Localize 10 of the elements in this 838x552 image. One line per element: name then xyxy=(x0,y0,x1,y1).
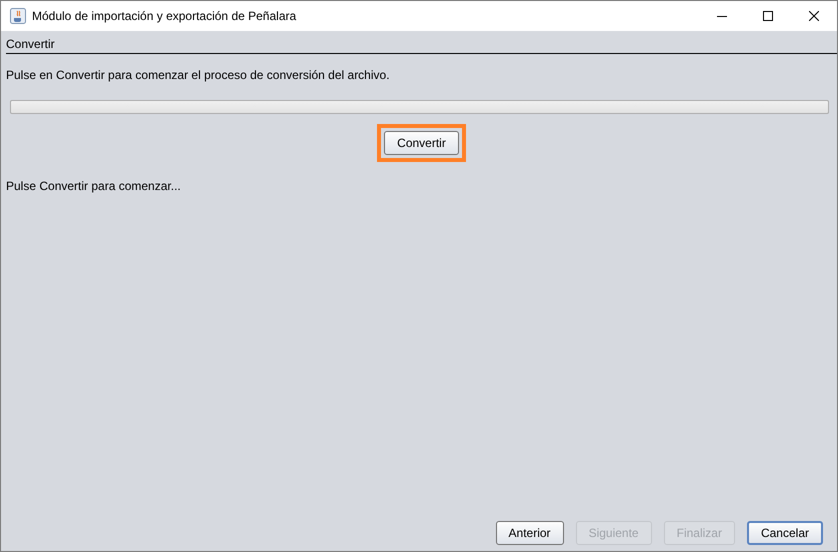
wizard-button[interactable]: Cancelar xyxy=(746,521,823,545)
window-title: Módulo de importación y exportación de Peñalara xyxy=(32,9,298,23)
wizard-button[interactable]: Anterior xyxy=(496,521,564,545)
section-title: Convertir xyxy=(6,37,55,51)
instruction-text: Pulse en Convertir para comenzar el proceso de conversión del archivo. xyxy=(6,68,390,82)
status-text: Pulse Convertir para comenzar... xyxy=(6,179,181,193)
maximize-icon xyxy=(763,11,773,21)
close-icon xyxy=(809,11,819,21)
coffee-cup-icon xyxy=(10,8,26,24)
convert-button[interactable]: Convertir xyxy=(384,131,459,155)
